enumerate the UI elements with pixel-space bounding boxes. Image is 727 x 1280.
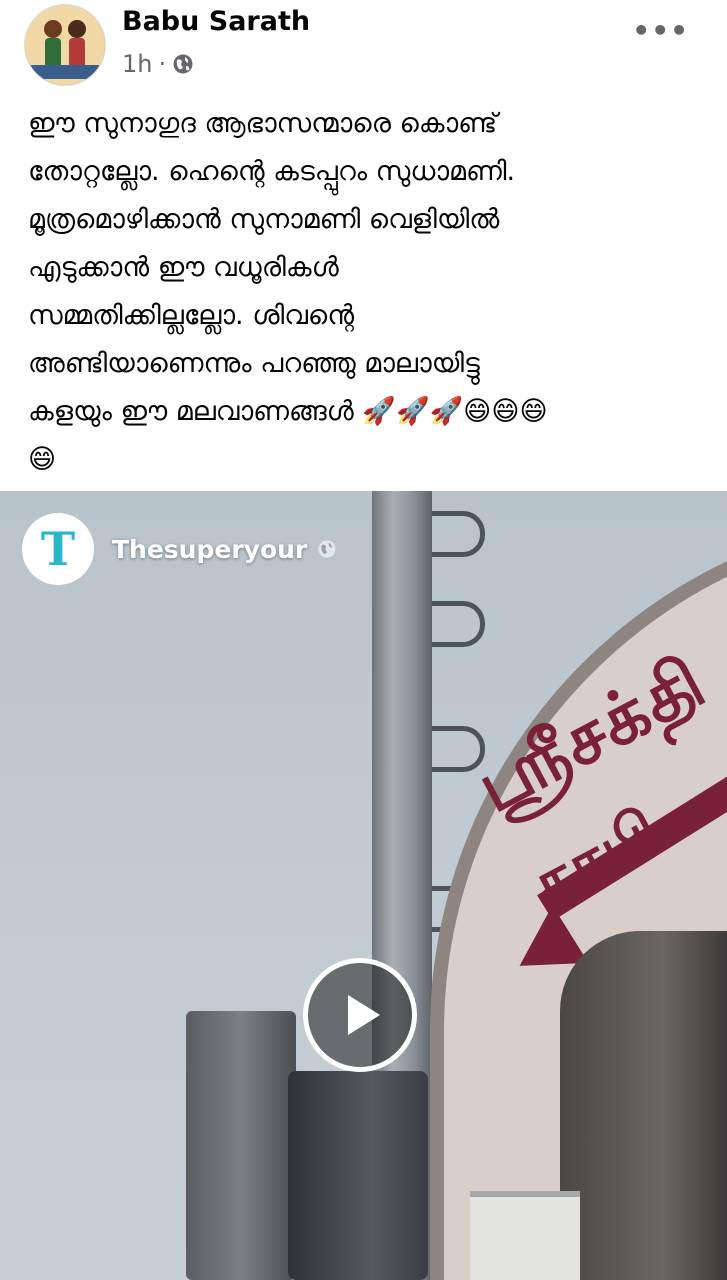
post-header: Babu Sarath 1h · •••	[0, 0, 727, 92]
avatar-image	[25, 5, 105, 85]
post-meta: 1h ·	[122, 50, 194, 78]
play-button[interactable]	[303, 958, 417, 1072]
background-building	[470, 1191, 580, 1280]
video-page-chip[interactable]: T Thesuperyour	[22, 513, 337, 585]
author-name[interactable]: Babu Sarath	[122, 6, 310, 37]
globe-icon	[173, 54, 193, 74]
globe-icon	[318, 540, 336, 558]
stone-wall	[560, 931, 727, 1280]
pole-rung	[432, 601, 485, 647]
author-avatar[interactable]	[24, 4, 106, 86]
more-dots-icon[interactable]: •••	[632, 14, 689, 47]
traffic-signal-box	[288, 1071, 428, 1280]
post-text: ഈ സുനാഗുദ ആഭാസന്മാരെ കൊണ്ട് തോറ്റല്ലോ. ഹ…	[28, 108, 548, 475]
pole-rung	[432, 511, 485, 557]
play-icon	[348, 995, 380, 1035]
page-logo[interactable]: T	[22, 513, 94, 585]
video-player[interactable]: ஸ்ரீசக்தி காபி T Thesuperyour	[0, 491, 727, 1280]
post-time[interactable]: 1h	[122, 50, 152, 78]
page-name[interactable]: Thesuperyour	[112, 535, 307, 564]
meta-separator: ·	[158, 50, 167, 78]
page-logo-letter: T	[40, 522, 76, 576]
traffic-signal	[186, 1011, 296, 1280]
